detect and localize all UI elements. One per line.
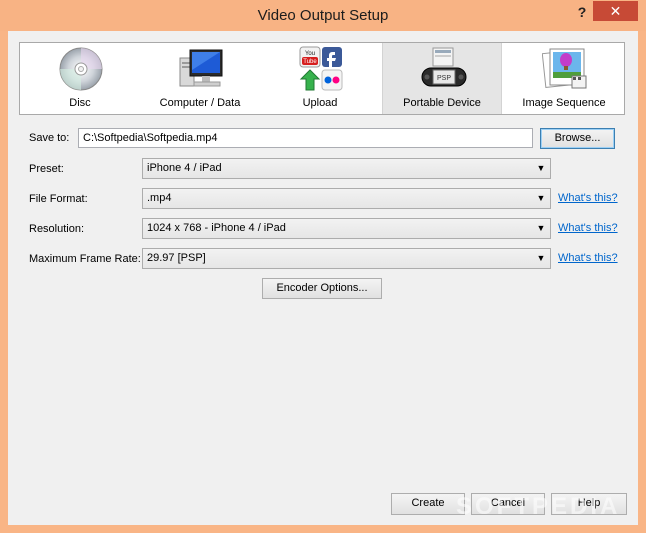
image-sequence-icon [542,48,587,89]
file-format-label: File Format: [29,193,88,205]
tab-computer-data-label: Computer / Data [159,97,241,109]
preset-value: iPhone 4 / iPad [147,162,222,174]
chevron-down-icon: ▼ [536,163,546,173]
preset-label: Preset: [29,163,64,175]
encoder-options-button[interactable]: Encoder Options... [262,278,382,299]
tab-disc[interactable]: Disc [20,43,140,114]
disc-icon [59,47,103,91]
frame-rate-value: 29.97 [PSP] [147,252,206,264]
save-to-path-input[interactable]: C:\Softpedia\Softpedia.mp4 [78,128,533,148]
portable-device-icon: PSP [421,47,467,87]
tab-upload[interactable]: You Tube Upload [260,43,380,114]
tab-image-sequence-label: Image Sequence [522,97,606,109]
upload-icon: You Tube [299,46,343,91]
save-to-label: Save to: [29,132,70,144]
file-format-help-link[interactable]: What's this? [558,192,618,204]
resolution-select[interactable]: 1024 x 768 - iPhone 4 / iPad ▼ [142,218,551,239]
frame-rate-help-link[interactable]: What's this? [558,252,618,264]
chevron-down-icon: ▼ [536,253,546,263]
computer-icon [179,49,223,87]
browse-button[interactable]: Browse... [540,128,615,149]
youtube-top-text: You [305,51,315,57]
tab-image-sequence[interactable]: Image Sequence [504,43,624,114]
tab-portable-device-label: Portable Device [403,97,481,109]
frame-rate-select[interactable]: 29.97 [PSP] ▼ [142,248,551,269]
tab-disc-label: Disc [69,97,91,109]
tab-upload-label: Upload [302,97,338,109]
resolution-label: Resolution: [29,223,85,235]
frame-rate-label: Maximum Frame Rate: [29,253,141,265]
resolution-value: 1024 x 768 - iPhone 4 / iPad [147,222,286,234]
youtube-bottom-text: Tube [303,59,317,65]
title-bar: Video Output Setup ? ✕ [0,0,646,31]
chevron-down-icon: ▼ [536,223,546,233]
window-title: Video Output Setup [257,7,389,24]
output-type-tabs: Disc Computer / Data You Tube Upload PSP… [19,42,625,115]
video-output-setup-window: Video Output Setup ? ✕ Disc Computer / D… [0,0,646,533]
tab-computer-data[interactable]: Computer / Data [140,43,260,114]
softpedia-watermark: SOFTPEDIA [456,493,621,520]
preset-select[interactable]: iPhone 4 / iPad ▼ [142,158,551,179]
tab-portable-device[interactable]: PSP Portable Device [382,43,502,114]
psp-screen-text: PSP [437,75,451,82]
chevron-down-icon: ▼ [536,193,546,203]
resolution-help-link[interactable]: What's this? [558,222,618,234]
create-button[interactable]: Create [391,493,465,515]
dialog-client-area: Disc Computer / Data You Tube Upload PSP… [8,31,638,525]
help-title-button[interactable]: ? [574,4,590,22]
file-format-value: .mp4 [147,192,172,204]
close-button[interactable]: ✕ [593,1,638,21]
file-format-select[interactable]: .mp4 ▼ [142,188,551,209]
